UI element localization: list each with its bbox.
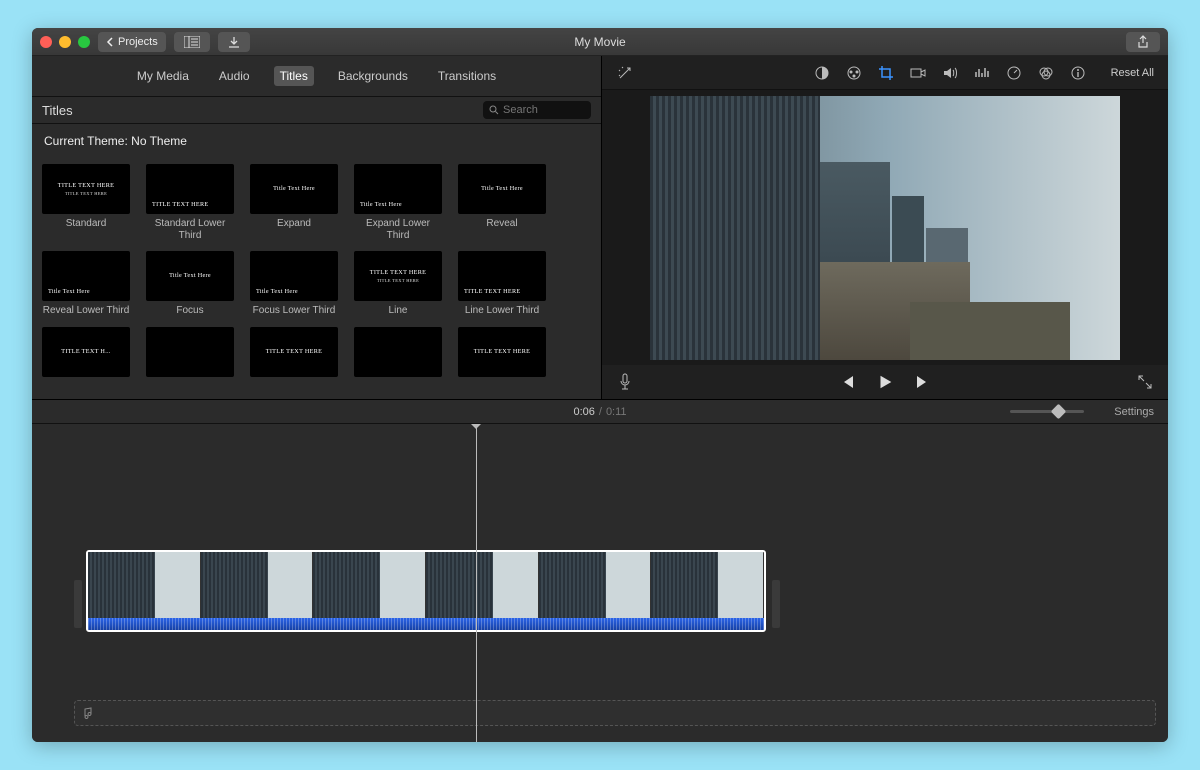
zoom-window-button[interactable] bbox=[78, 36, 90, 48]
tab-transitions[interactable]: Transitions bbox=[432, 66, 502, 86]
title-tile[interactable] bbox=[354, 327, 442, 381]
total-duration: 0:11 bbox=[606, 406, 627, 418]
video-viewer[interactable] bbox=[602, 90, 1168, 365]
adjustments-bar: Reset All bbox=[602, 56, 1168, 90]
close-window-button[interactable] bbox=[40, 36, 52, 48]
video-frame bbox=[650, 96, 1120, 360]
skip-back-button[interactable] bbox=[838, 373, 856, 391]
clip-thumbnails bbox=[88, 552, 764, 618]
transport-controls bbox=[602, 365, 1168, 399]
zoom-slider[interactable] bbox=[1010, 410, 1084, 413]
minimize-window-button[interactable] bbox=[59, 36, 71, 48]
video-clip[interactable] bbox=[86, 550, 766, 632]
color-wheel-icon[interactable] bbox=[845, 64, 863, 82]
camera-icon[interactable] bbox=[909, 64, 927, 82]
download-icon bbox=[228, 36, 240, 48]
clip-audio-waveform bbox=[88, 618, 764, 630]
title-tile[interactable]: TITLE TEXT HEREStandard Lower Third bbox=[146, 164, 234, 241]
music-track[interactable] bbox=[74, 700, 1156, 726]
equalizer-icon[interactable] bbox=[973, 64, 991, 82]
title-tile[interactable]: TITLE TEXT HERE bbox=[458, 327, 546, 381]
clip-handle-right[interactable] bbox=[772, 580, 780, 628]
title-tile[interactable]: TITLE TEXT H... bbox=[42, 327, 130, 381]
share-button[interactable] bbox=[1126, 32, 1160, 52]
volume-icon[interactable] bbox=[941, 64, 959, 82]
browser-title: Titles bbox=[42, 103, 73, 118]
reset-all-button[interactable]: Reset All bbox=[1111, 67, 1154, 79]
search-icon bbox=[489, 105, 499, 115]
chevron-left-icon bbox=[106, 37, 114, 47]
title-tile[interactable] bbox=[146, 327, 234, 381]
search-field[interactable] bbox=[483, 101, 591, 119]
app-window: Projects My Movie My Media Audio Titles … bbox=[32, 28, 1168, 742]
title-tile[interactable]: Title Text HereReveal Lower Third bbox=[42, 251, 130, 317]
title-tile[interactable]: TITLE TEXT HERE bbox=[250, 327, 338, 381]
timeline-settings-button[interactable]: Settings bbox=[1114, 406, 1154, 418]
current-theme-label: Current Theme: No Theme bbox=[32, 124, 601, 158]
fullscreen-button[interactable] bbox=[1136, 373, 1154, 391]
clip-handle-left[interactable] bbox=[74, 580, 82, 628]
magic-wand-icon[interactable] bbox=[616, 64, 634, 82]
mic-button[interactable] bbox=[616, 373, 634, 391]
playhead[interactable] bbox=[476, 424, 477, 742]
tab-titles[interactable]: Titles bbox=[274, 66, 314, 86]
title-tile[interactable]: Title Text HereFocus bbox=[146, 251, 234, 317]
title-tile[interactable]: Title Text HereExpand bbox=[250, 164, 338, 241]
library-icon bbox=[184, 36, 200, 48]
back-to-projects-button[interactable]: Projects bbox=[98, 32, 166, 52]
title-tile[interactable]: Title Text HereFocus Lower Third bbox=[250, 251, 338, 317]
tab-backgrounds[interactable]: Backgrounds bbox=[332, 66, 414, 86]
back-button-label: Projects bbox=[118, 36, 158, 48]
title-tile[interactable]: TITLE TEXT HERETITLE TEXT HERELine bbox=[354, 251, 442, 317]
browser-tabs: My Media Audio Titles Backgrounds Transi… bbox=[32, 56, 601, 96]
tab-audio[interactable]: Audio bbox=[213, 66, 256, 86]
viewer-pane: Reset All bbox=[602, 56, 1168, 399]
search-input[interactable] bbox=[503, 104, 573, 116]
window-controls bbox=[40, 36, 90, 48]
play-button[interactable] bbox=[876, 373, 894, 391]
title-tile[interactable]: TITLE TEXT HERELine Lower Third bbox=[458, 251, 546, 317]
tab-my-media[interactable]: My Media bbox=[131, 66, 195, 86]
current-time: 0:06 bbox=[573, 406, 594, 418]
title-tile[interactable]: TITLE TEXT HERETITLE TEXT HEREStandard bbox=[42, 164, 130, 241]
title-tile[interactable]: Title Text HereReveal bbox=[458, 164, 546, 241]
media-browser: My Media Audio Titles Backgrounds Transi… bbox=[32, 56, 602, 399]
titlebar: Projects My Movie bbox=[32, 28, 1168, 56]
import-button[interactable] bbox=[218, 32, 250, 52]
crop-icon[interactable] bbox=[877, 64, 895, 82]
titles-grid: TITLE TEXT HERETITLE TEXT HEREStandard T… bbox=[32, 158, 601, 399]
color-balance-icon[interactable] bbox=[813, 64, 831, 82]
info-icon[interactable] bbox=[1069, 64, 1087, 82]
share-icon bbox=[1136, 35, 1150, 49]
browser-subheader: Titles bbox=[32, 96, 601, 124]
timeline[interactable] bbox=[32, 424, 1168, 742]
speed-icon[interactable] bbox=[1005, 64, 1023, 82]
music-note-icon bbox=[81, 707, 93, 719]
title-tile[interactable]: Title Text HereExpand Lower Third bbox=[354, 164, 442, 241]
timecode-bar: 0:06 / 0:11 Settings bbox=[32, 400, 1168, 424]
filters-icon[interactable] bbox=[1037, 64, 1055, 82]
library-toggle-button[interactable] bbox=[174, 32, 210, 52]
skip-forward-button[interactable] bbox=[914, 373, 932, 391]
